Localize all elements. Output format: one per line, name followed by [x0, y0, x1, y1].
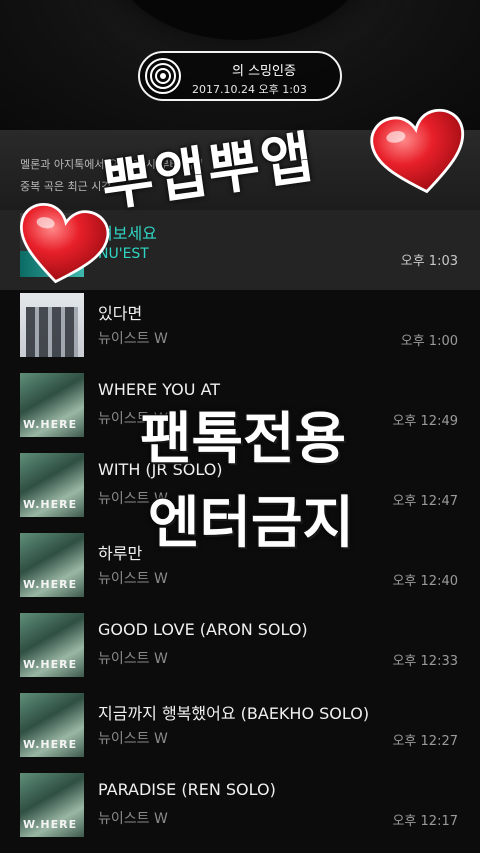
song-artist: 뉴이스트 W [98, 571, 168, 587]
album-label: W.HERE [23, 738, 78, 751]
play-time: 오후 12:47 [392, 494, 458, 509]
song-artist: 뉴이스트 W [98, 811, 168, 827]
overlay-watermark-line-1: 팬톡전용 [140, 407, 347, 472]
album-label: W.HERE [23, 658, 78, 671]
song-row[interactable]: W.HERE 지금까지 행복했어요 (BAEKHO SOLO) 뉴이스트 W 오… [0, 690, 480, 770]
record-disc-icon [145, 58, 181, 94]
badge-date: 2017.10.24 오후 1:03 [192, 83, 307, 96]
notice-line-2: 중복 곡은 최근 시간 [20, 180, 112, 193]
song-row[interactable]: W.HERE GOOD LOVE (ARON SOLO) 뉴이스트 W 오후 1… [0, 610, 480, 690]
play-time: 오후 12:27 [392, 734, 458, 749]
song-artist: 뉴이스트 W [98, 651, 168, 667]
play-time: 오후 12:33 [392, 654, 458, 669]
song-title: 지금까지 행복했어요 (BAEKHO SOLO) [98, 704, 370, 723]
badge-title: 의 스밍인증 [232, 64, 296, 79]
heart-icon [20, 203, 110, 284]
song-title: 있다면 [98, 304, 143, 323]
album-thumbnail: W.HERE [20, 613, 84, 677]
album-thumbnail [20, 293, 84, 357]
album-label: W.HERE [23, 418, 78, 431]
album-thumbnail: W.HERE [20, 693, 84, 757]
play-time: 오후 1:00 [400, 334, 458, 349]
song-row[interactable]: W.HERE PARADISE (REN SOLO) 뉴이스트 W 오후 12:… [0, 770, 480, 850]
song-artist: 뉴이스트 W [98, 331, 168, 347]
play-time: 오후 12:17 [392, 814, 458, 829]
album-label: W.HERE [23, 498, 78, 511]
play-time: 오후 12:49 [392, 414, 458, 429]
album-label: W.HERE [23, 818, 78, 831]
streaming-proof-badge: 의 스밍인증 2017.10.24 오후 1:03 [138, 51, 342, 101]
play-time: 오후 1:03 [400, 254, 458, 269]
album-thumbnail: W.HERE [20, 773, 84, 837]
song-title: PARADISE (REN SOLO) [98, 780, 276, 799]
album-thumbnail: W.HERE [20, 373, 84, 437]
album-thumbnail: W.HERE [20, 533, 84, 597]
play-time: 오후 12:40 [392, 574, 458, 589]
song-row[interactable]: 있다면 뉴이스트 W 오후 1:00 [0, 290, 480, 370]
song-artist: 뉴이스트 W [98, 731, 168, 747]
song-title: GOOD LOVE (ARON SOLO) [98, 620, 308, 639]
album-thumbnail: W.HERE [20, 453, 84, 517]
album-label: W.HERE [23, 578, 78, 591]
heart-icon [370, 108, 465, 194]
overlay-watermark-line-2: 엔터금지 [148, 491, 355, 556]
song-title: 하루만 [98, 544, 143, 563]
